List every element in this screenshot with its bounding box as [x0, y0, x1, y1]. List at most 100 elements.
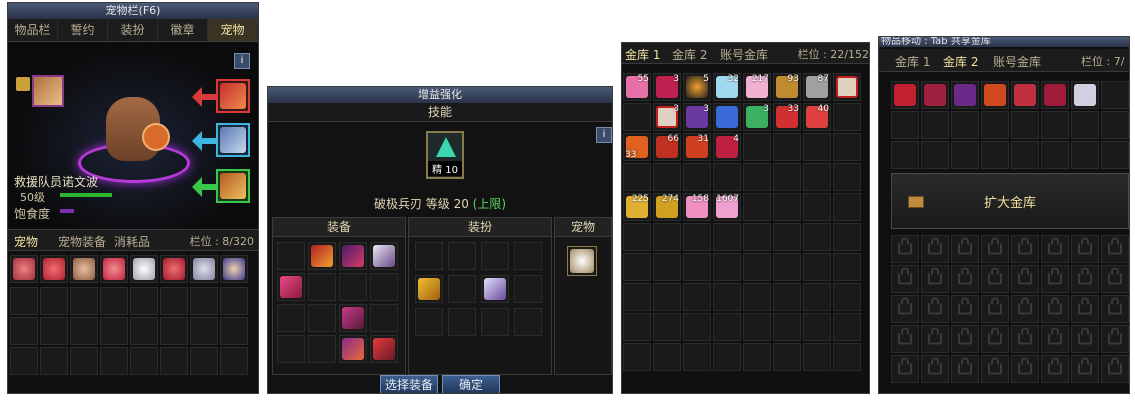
- vault-slot-empty[interactable]: [803, 223, 831, 251]
- empty-slot[interactable]: [70, 347, 98, 375]
- vault-slot-empty[interactable]: [743, 163, 771, 191]
- vault-slot-empty[interactable]: [1041, 141, 1069, 169]
- equip-slot-empty[interactable]: [308, 273, 336, 301]
- vault-slot-empty[interactable]: [623, 103, 651, 131]
- vault-slot-empty[interactable]: [981, 111, 1009, 139]
- empty-slot[interactable]: [40, 347, 68, 375]
- vault-slot[interactable]: 33: [623, 133, 651, 161]
- outfit-slot[interactable]: [481, 275, 509, 303]
- vault-slot-empty[interactable]: [653, 253, 681, 281]
- empty-slot[interactable]: [130, 287, 158, 315]
- tab-vault-2[interactable]: 金库 2: [672, 46, 707, 63]
- outfit-slot-empty[interactable]: [514, 242, 542, 270]
- vault-slot-empty[interactable]: [653, 163, 681, 191]
- vault-slot-empty[interactable]: [803, 133, 831, 161]
- vault-slot-empty[interactable]: [921, 141, 949, 169]
- vault-slot-empty[interactable]: [653, 313, 681, 341]
- vault-slot-empty[interactable]: [773, 193, 801, 221]
- vault-slot[interactable]: 3: [653, 73, 681, 101]
- empty-slot[interactable]: [70, 287, 98, 315]
- vault-slot[interactable]: 274: [653, 193, 681, 221]
- vault-slot-empty[interactable]: [891, 141, 919, 169]
- vault-slot[interactable]: 3: [653, 103, 681, 131]
- vault-slot-empty[interactable]: [713, 313, 741, 341]
- vault-slot-empty[interactable]: [743, 253, 771, 281]
- equip-slot[interactable]: [370, 242, 398, 270]
- outfit-slot-empty[interactable]: [415, 242, 443, 270]
- sub-tab-pet[interactable]: 宠物: [14, 233, 38, 250]
- vault-slot-empty[interactable]: [803, 343, 831, 371]
- pet-equip-slot-blue[interactable]: [216, 123, 250, 157]
- vault-slot-empty[interactable]: [803, 313, 831, 341]
- empty-slot[interactable]: [130, 317, 158, 345]
- outfit-slot[interactable]: [415, 275, 443, 303]
- empty-slot[interactable]: [100, 287, 128, 315]
- vault-slot-empty[interactable]: [921, 111, 949, 139]
- empty-slot[interactable]: [100, 317, 128, 345]
- vault-slot-empty[interactable]: [803, 163, 831, 191]
- vault-slot-empty[interactable]: [833, 163, 861, 191]
- vault-slot-empty[interactable]: [1071, 111, 1099, 139]
- equip-slot[interactable]: [339, 242, 367, 270]
- vault-slot-empty[interactable]: [743, 193, 771, 221]
- empty-slot[interactable]: [160, 287, 188, 315]
- vault-slot-empty[interactable]: [833, 103, 861, 131]
- empty-slot[interactable]: [220, 317, 248, 345]
- outfit-slot-empty[interactable]: [481, 308, 509, 336]
- equip-slot-empty[interactable]: [308, 304, 336, 332]
- vault-slot-empty[interactable]: [773, 223, 801, 251]
- vault-slot-empty[interactable]: [713, 163, 741, 191]
- vault-slot[interactable]: 32: [713, 73, 741, 101]
- vault-slot[interactable]: [1071, 81, 1099, 109]
- pet-slot[interactable]: [567, 246, 597, 276]
- pet-equip-slot-green[interactable]: [216, 169, 250, 203]
- equip-slot-empty[interactable]: [308, 335, 336, 363]
- equip-slot-empty[interactable]: [370, 304, 398, 332]
- vault-slot-empty[interactable]: [683, 253, 711, 281]
- empty-slot[interactable]: [10, 347, 38, 375]
- equip-slot[interactable]: [277, 273, 305, 301]
- tab-vault-2[interactable]: 金库 2: [943, 53, 978, 70]
- outfit-slot-empty[interactable]: [415, 308, 443, 336]
- vault-slot-empty[interactable]: [951, 141, 979, 169]
- empty-slot[interactable]: [160, 347, 188, 375]
- skill-icon-slot[interactable]: 精 10: [426, 131, 464, 179]
- vault-slot-empty[interactable]: [833, 283, 861, 311]
- empty-slot[interactable]: [160, 317, 188, 345]
- vault-slot-empty[interactable]: [683, 343, 711, 371]
- vault-slot-empty[interactable]: [683, 223, 711, 251]
- vault-slot-empty[interactable]: [951, 111, 979, 139]
- vault-slot[interactable]: [981, 81, 1009, 109]
- vault-slot[interactable]: 158: [683, 193, 711, 221]
- equip-slot[interactable]: [370, 335, 398, 363]
- expand-vault-bar[interactable]: 扩大金库: [891, 173, 1129, 229]
- vault-slot[interactable]: [951, 81, 979, 109]
- vault-slot-empty[interactable]: [833, 313, 861, 341]
- vault-slot[interactable]: 1607: [713, 193, 741, 221]
- pet-slot[interactable]: [220, 255, 248, 283]
- vault-slot-empty[interactable]: [623, 253, 651, 281]
- empty-slot[interactable]: [190, 287, 218, 315]
- tab-inventory[interactable]: 物品栏: [8, 19, 58, 41]
- vault-slot[interactable]: 40: [803, 103, 831, 131]
- vault-slot-empty[interactable]: [1101, 81, 1129, 109]
- vault-slot[interactable]: 4: [713, 133, 741, 161]
- info-button[interactable]: i: [234, 53, 250, 69]
- tab-vault-1[interactable]: 金库 1: [895, 53, 930, 70]
- vault-slot-empty[interactable]: [653, 223, 681, 251]
- vault-slot[interactable]: 217: [743, 73, 771, 101]
- vault-slot-empty[interactable]: [773, 163, 801, 191]
- vault-slot-empty[interactable]: [891, 111, 919, 139]
- vault-slot-empty[interactable]: [773, 133, 801, 161]
- empty-slot[interactable]: [40, 317, 68, 345]
- equip-slot-empty[interactable]: [277, 242, 305, 270]
- vault-slot-empty[interactable]: [683, 163, 711, 191]
- vault-slot[interactable]: [1011, 81, 1039, 109]
- vault-slot-empty[interactable]: [713, 223, 741, 251]
- pet-slot[interactable]: [40, 255, 68, 283]
- vault-slot-empty[interactable]: [803, 283, 831, 311]
- empty-slot[interactable]: [70, 317, 98, 345]
- empty-slot[interactable]: [10, 317, 38, 345]
- vault-slot-empty[interactable]: [773, 313, 801, 341]
- sub-tab-pet-equipment[interactable]: 宠物装备: [58, 233, 106, 250]
